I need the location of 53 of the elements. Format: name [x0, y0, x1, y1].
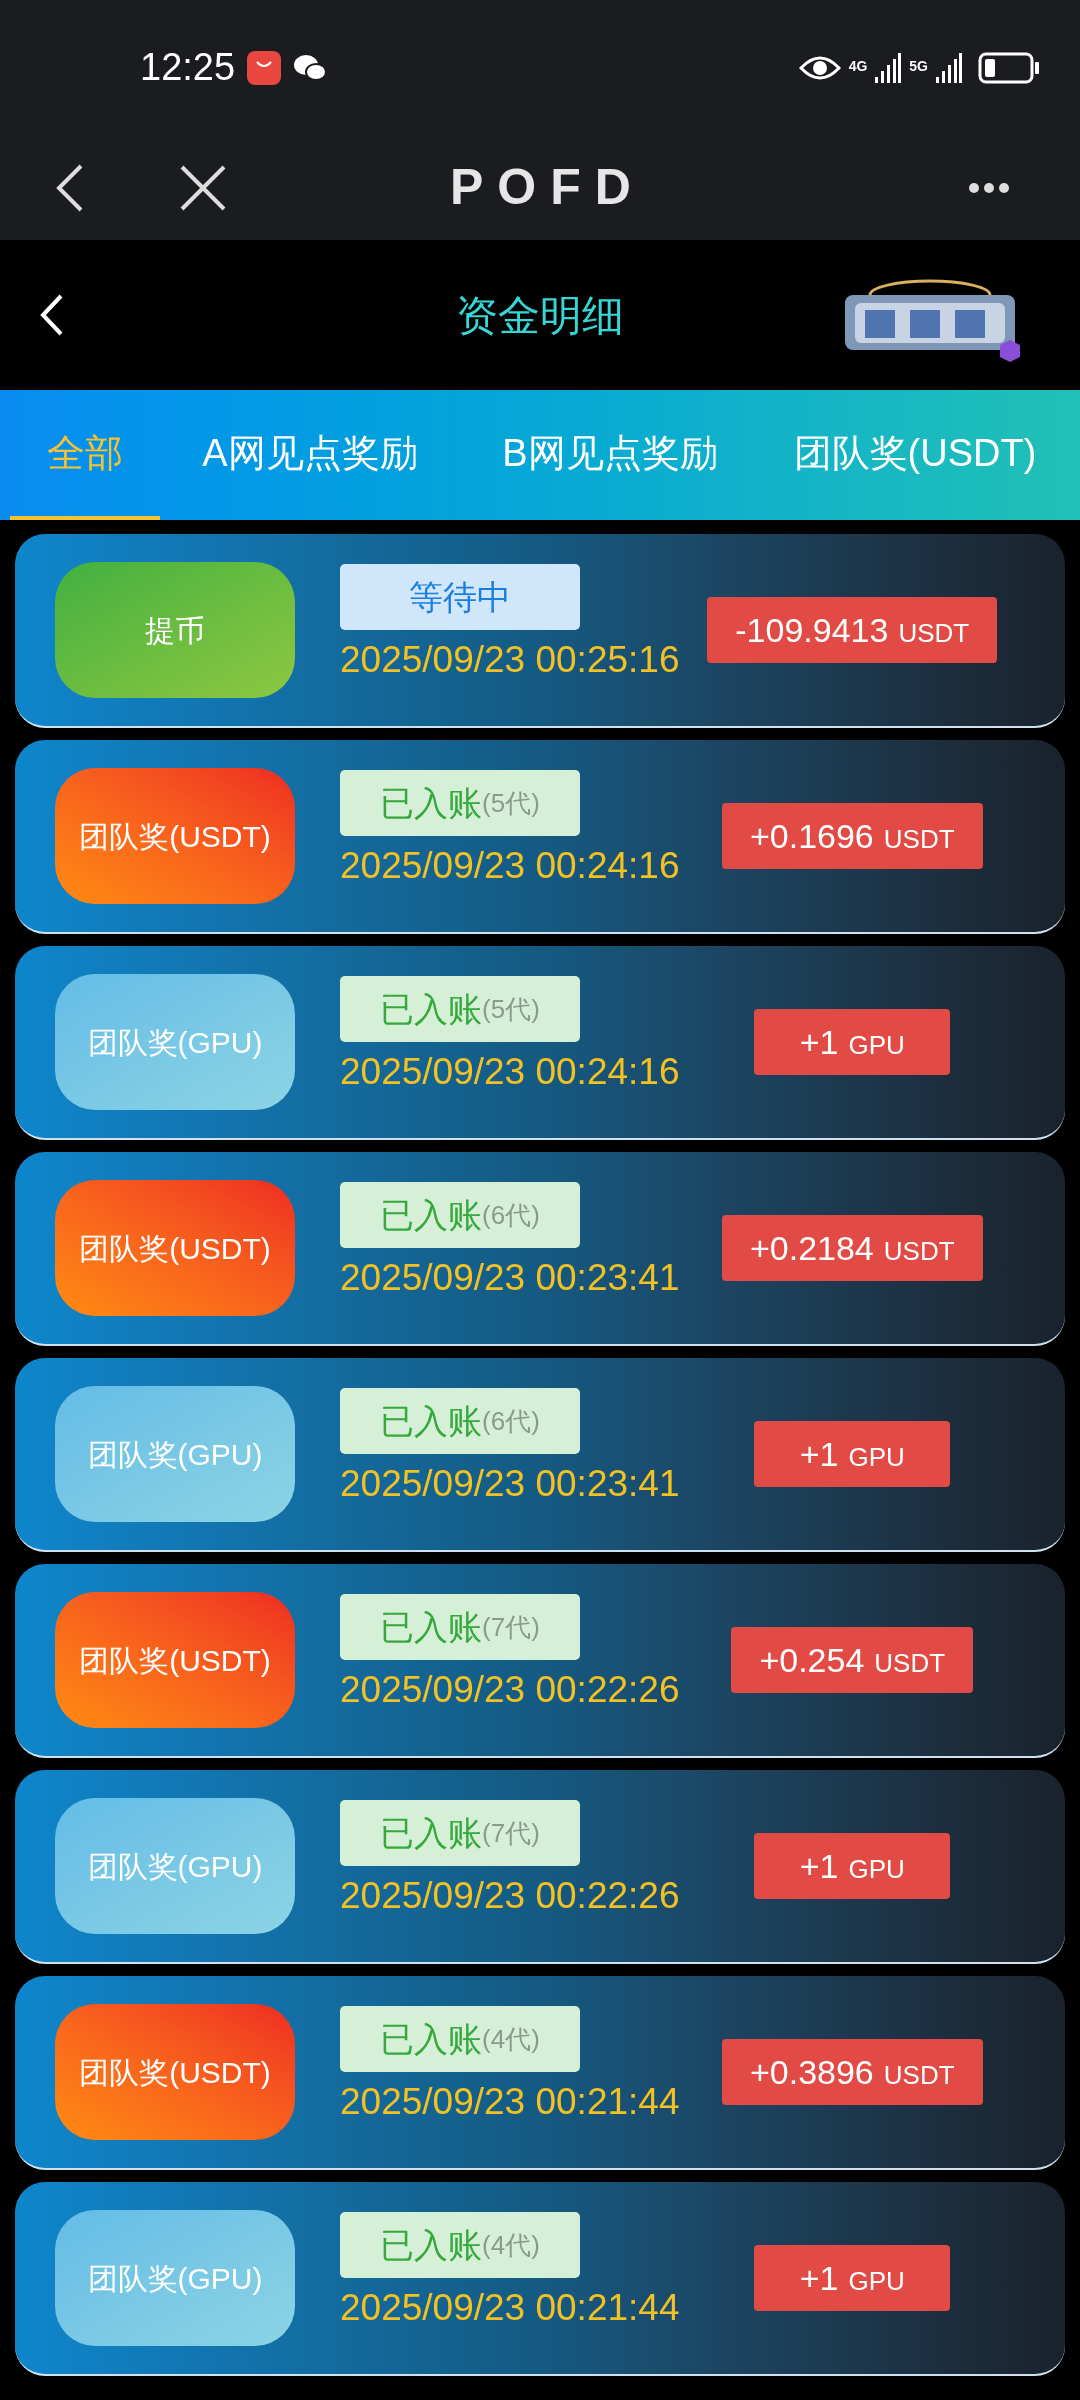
close-icon[interactable] [180, 164, 226, 211]
amount-label: +1 GPU [754, 2245, 951, 2311]
tab[interactable]: B网见点奖励 [460, 390, 760, 520]
app-store-icon [247, 50, 282, 85]
category-label: 团队奖(USDT) [55, 1180, 295, 1316]
record-date: 2025/09/23 00:24:16 [340, 1050, 680, 1094]
amount-label: +1 GPU [754, 1009, 951, 1075]
record-date: 2025/09/23 00:21:44 [340, 2080, 680, 2124]
record-date: 2025/09/23 00:24:16 [340, 844, 680, 888]
status-label: 已入账(4代) [340, 2212, 580, 2278]
tab[interactable]: 团队奖(USDT) [760, 390, 1070, 520]
network-label: 4G [848, 56, 868, 76]
network-label: 5G [909, 56, 928, 76]
clock: 12:25 [140, 45, 236, 90]
record-date: 2025/09/23 00:21:44 [340, 2286, 680, 2330]
category-label: 团队奖(GPU) [55, 1798, 295, 1934]
more-icon[interactable] [968, 181, 1010, 194]
status-label: 已入账(5代) [340, 770, 580, 836]
category-label: 团队奖(USDT) [55, 2004, 295, 2140]
status-label: 已入账(6代) [340, 1388, 580, 1454]
category-label: 团队奖(USDT) [55, 768, 295, 904]
record-date: 2025/09/23 00:23:41 [340, 1462, 680, 1506]
amount-label: +0.254 USDT [731, 1627, 974, 1693]
category-label: 团队奖(GPU) [55, 2210, 295, 2346]
category-label: 团队奖(GPU) [55, 1386, 295, 1522]
status-label: 已入账(6代) [340, 1182, 580, 1248]
status-label: 已入账(5代) [340, 976, 580, 1042]
tab[interactable]: A网见点奖励 [160, 390, 460, 520]
tab[interactable]: 全部 [10, 390, 160, 520]
signal-icon [936, 52, 962, 83]
status-label: 已入账(7代) [340, 1800, 580, 1866]
amount-label: -109.9413 USDT [707, 597, 998, 663]
record-date: 2025/09/23 00:25:16 [340, 638, 680, 682]
record-date: 2025/09/23 00:22:26 [340, 1668, 680, 1712]
amount-label: +0.1696 USDT [721, 803, 983, 869]
status-label: 等待中 [340, 564, 580, 630]
record-date: 2025/09/23 00:22:26 [340, 1874, 680, 1918]
back-icon[interactable] [40, 294, 64, 336]
amount-label: +0.3896 USDT [721, 2039, 983, 2105]
category-label: 团队奖(USDT) [55, 1592, 295, 1728]
status-label: 已入账(4代) [340, 2006, 580, 2072]
record-date: 2025/09/23 00:23:41 [340, 1256, 680, 1300]
back-icon[interactable] [55, 163, 85, 212]
amount-label: +0.2184 USDT [721, 1215, 983, 1281]
page-heading: 资金明细 [455, 290, 625, 341]
battery-icon [978, 51, 1040, 84]
category-label: 团队奖(GPU) [55, 974, 295, 1110]
status-label: 已入账(7代) [340, 1594, 580, 1660]
signal-icon [875, 52, 902, 83]
page-title: POFD [450, 158, 630, 217]
category-label: 提币 [55, 562, 295, 698]
amount-label: +1 GPU [754, 1421, 951, 1487]
amount-label: +1 GPU [754, 1833, 951, 1899]
